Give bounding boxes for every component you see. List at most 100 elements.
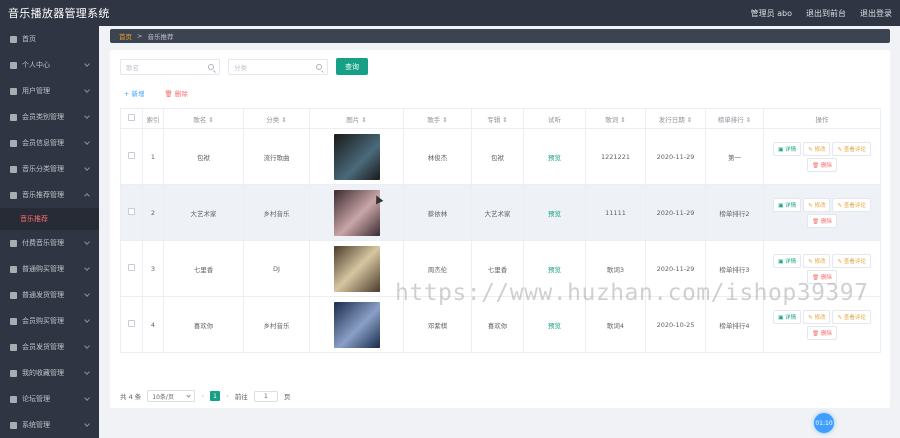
- category-search-placeholder: 分类: [234, 63, 247, 72]
- row-checkbox[interactable]: [128, 208, 135, 215]
- cell-song: 七里香: [163, 240, 244, 297]
- detail-button[interactable]: ▣ 详情: [773, 141, 802, 156]
- cell-album: 大艺术家: [471, 184, 524, 241]
- sidebar-item-favorites[interactable]: 我的收藏管理: [0, 360, 99, 386]
- chevron-down-icon: [84, 265, 90, 271]
- sidebar-item-member-purchase[interactable]: 会员购买管理: [0, 308, 99, 334]
- sidebar-item-paid-music[interactable]: 付费音乐管理: [0, 230, 99, 256]
- sidebar-item-music-category[interactable]: 音乐分类管理: [0, 156, 99, 182]
- page-size-value: 10条/页: [152, 393, 174, 401]
- col-rank[interactable]: 榜单排行 ⇕: [705, 108, 764, 129]
- cell-index: 1: [142, 128, 164, 185]
- cell-date: 2020-11-29: [645, 128, 706, 185]
- cell-date: 2020-11-29: [645, 184, 706, 241]
- floating-timer-button[interactable]: 01:10: [814, 413, 834, 433]
- col-category[interactable]: 分类 ⇕: [243, 108, 310, 129]
- col-image[interactable]: 图片 ⇕: [309, 108, 404, 129]
- sidebar-item-member-info[interactable]: 会员信息管理: [0, 130, 99, 156]
- trash-icon: 🗑: [812, 218, 821, 225]
- prev-page-button[interactable]: ‹: [201, 392, 204, 400]
- logout-link[interactable]: 退出登录: [860, 8, 892, 19]
- sidebar-item-system[interactable]: 系统管理: [0, 412, 99, 438]
- col-release-date[interactable]: 发行日期 ⇕: [645, 108, 706, 129]
- edit-button[interactable]: ✎ 修改: [803, 253, 831, 268]
- preview-link[interactable]: 预览: [548, 210, 561, 218]
- gear-icon: [10, 421, 17, 429]
- category-search-input[interactable]: 分类: [228, 58, 328, 75]
- delete-button-label: 删除: [820, 218, 832, 225]
- breadcrumb-separator: >: [137, 32, 143, 40]
- sidebar-item-home[interactable]: 首页: [0, 26, 99, 52]
- sidebar-item-normal-purchase[interactable]: 普通购买管理: [0, 256, 99, 282]
- add-button[interactable]: + 新增: [124, 88, 145, 98]
- sidebar-item-member-types[interactable]: 会员类别管理: [0, 104, 99, 130]
- cell-index: 2: [142, 184, 164, 241]
- edit-button-label: 修改: [814, 146, 826, 153]
- preview-link[interactable]: 预览: [548, 322, 561, 330]
- sidebar-item-label: 个人中心: [22, 61, 50, 69]
- view-comments-button[interactable]: ✎ 查看评论: [832, 253, 871, 268]
- row-checkbox[interactable]: [128, 152, 135, 159]
- sidebar-item-forum[interactable]: 论坛管理: [0, 386, 99, 412]
- view-comments-button[interactable]: ✎ 查看评论: [832, 197, 871, 212]
- query-button[interactable]: 查询: [336, 58, 368, 75]
- row-checkbox[interactable]: [128, 264, 135, 271]
- goto-page-input[interactable]: 1: [253, 390, 278, 402]
- view-comments-button[interactable]: ✎ 查看评论: [832, 309, 871, 324]
- delete-button[interactable]: 🗑 删除: [807, 325, 837, 340]
- sidebar-item-normal-shipping[interactable]: 普通发货管理: [0, 282, 99, 308]
- view-comments-label: 查看评论: [843, 314, 866, 321]
- col-lyrics[interactable]: 歌词 ⇕: [585, 108, 646, 129]
- sidebar-item-music-recommend[interactable]: 音乐推荐管理: [0, 182, 99, 208]
- page-size-select[interactable]: 10条/页: [147, 390, 196, 402]
- chevron-down-icon: [84, 369, 90, 375]
- sidebar-item-label: 音乐分类管理: [22, 165, 64, 173]
- detail-button[interactable]: ▣ 详情: [773, 309, 802, 324]
- edit-button[interactable]: ✎ 修改: [803, 309, 831, 324]
- page-number-current[interactable]: 1: [210, 391, 221, 401]
- sidebar-item-label: 论坛管理: [22, 395, 50, 403]
- back-to-frontend-link[interactable]: 退出到前台: [806, 8, 846, 19]
- chevron-down-icon: [84, 291, 90, 297]
- delete-button[interactable]: 🗑 删除: [807, 213, 837, 228]
- admin-user-label[interactable]: 管理员 abo: [751, 8, 792, 19]
- search-bar: 歌名 分类 查询: [120, 58, 368, 75]
- next-page-button[interactable]: ›: [226, 392, 229, 400]
- select-all-checkbox[interactable]: [128, 114, 135, 121]
- grid-icon: [10, 139, 17, 147]
- detail-button[interactable]: ▣ 详情: [773, 197, 802, 212]
- sidebar-item-users[interactable]: 用户管理: [0, 78, 99, 104]
- sidebar-subitem-music-recommend[interactable]: 音乐推荐: [0, 208, 99, 230]
- delete-button[interactable]: 🗑 删除: [807, 157, 837, 172]
- trash-icon: 🗑: [812, 162, 821, 169]
- sidebar-item-profile[interactable]: 个人中心: [0, 52, 99, 78]
- batch-delete-button[interactable]: 🗑 删除: [165, 88, 188, 98]
- edit-button[interactable]: ✎ 修改: [803, 197, 831, 212]
- col-index: 索引: [142, 108, 164, 129]
- sidebar-item-label: 系统管理: [22, 421, 50, 429]
- album-cover-image: [333, 133, 380, 180]
- col-album[interactable]: 专辑 ⇕: [471, 108, 524, 129]
- song-search-input[interactable]: 歌名: [120, 58, 220, 75]
- chevron-down-icon: [84, 317, 90, 323]
- row-select-cell: [120, 184, 143, 241]
- cell-song: 包袱: [163, 128, 244, 185]
- table-actions: + 新增 🗑 删除: [124, 88, 188, 98]
- preview-link[interactable]: 预览: [548, 154, 561, 162]
- cell-singer: 蔡依林: [403, 184, 472, 241]
- sidebar-item-member-shipping[interactable]: 会员发货管理: [0, 334, 99, 360]
- row-checkbox[interactable]: [128, 320, 135, 327]
- preview-link[interactable]: 预览: [548, 266, 561, 274]
- detail-button[interactable]: ▣ 详情: [773, 253, 802, 268]
- col-song[interactable]: 歌名 ⇕: [163, 108, 244, 129]
- col-singer[interactable]: 歌手 ⇕: [403, 108, 472, 129]
- chevron-down-icon: [84, 87, 90, 93]
- view-comments-button[interactable]: ✎ 查看评论: [832, 141, 871, 156]
- table-row: 1 包袱 流行歌曲 林俊杰 包袱 预览 1221221 2020-11-29 第…: [120, 128, 881, 185]
- edit-button[interactable]: ✎ 修改: [803, 141, 831, 156]
- breadcrumb-home[interactable]: 首页: [119, 31, 132, 41]
- song-search-placeholder: 歌名: [126, 63, 139, 72]
- star-icon: [10, 369, 17, 377]
- box-icon: [10, 343, 17, 351]
- cell-rank: 第一: [705, 128, 764, 185]
